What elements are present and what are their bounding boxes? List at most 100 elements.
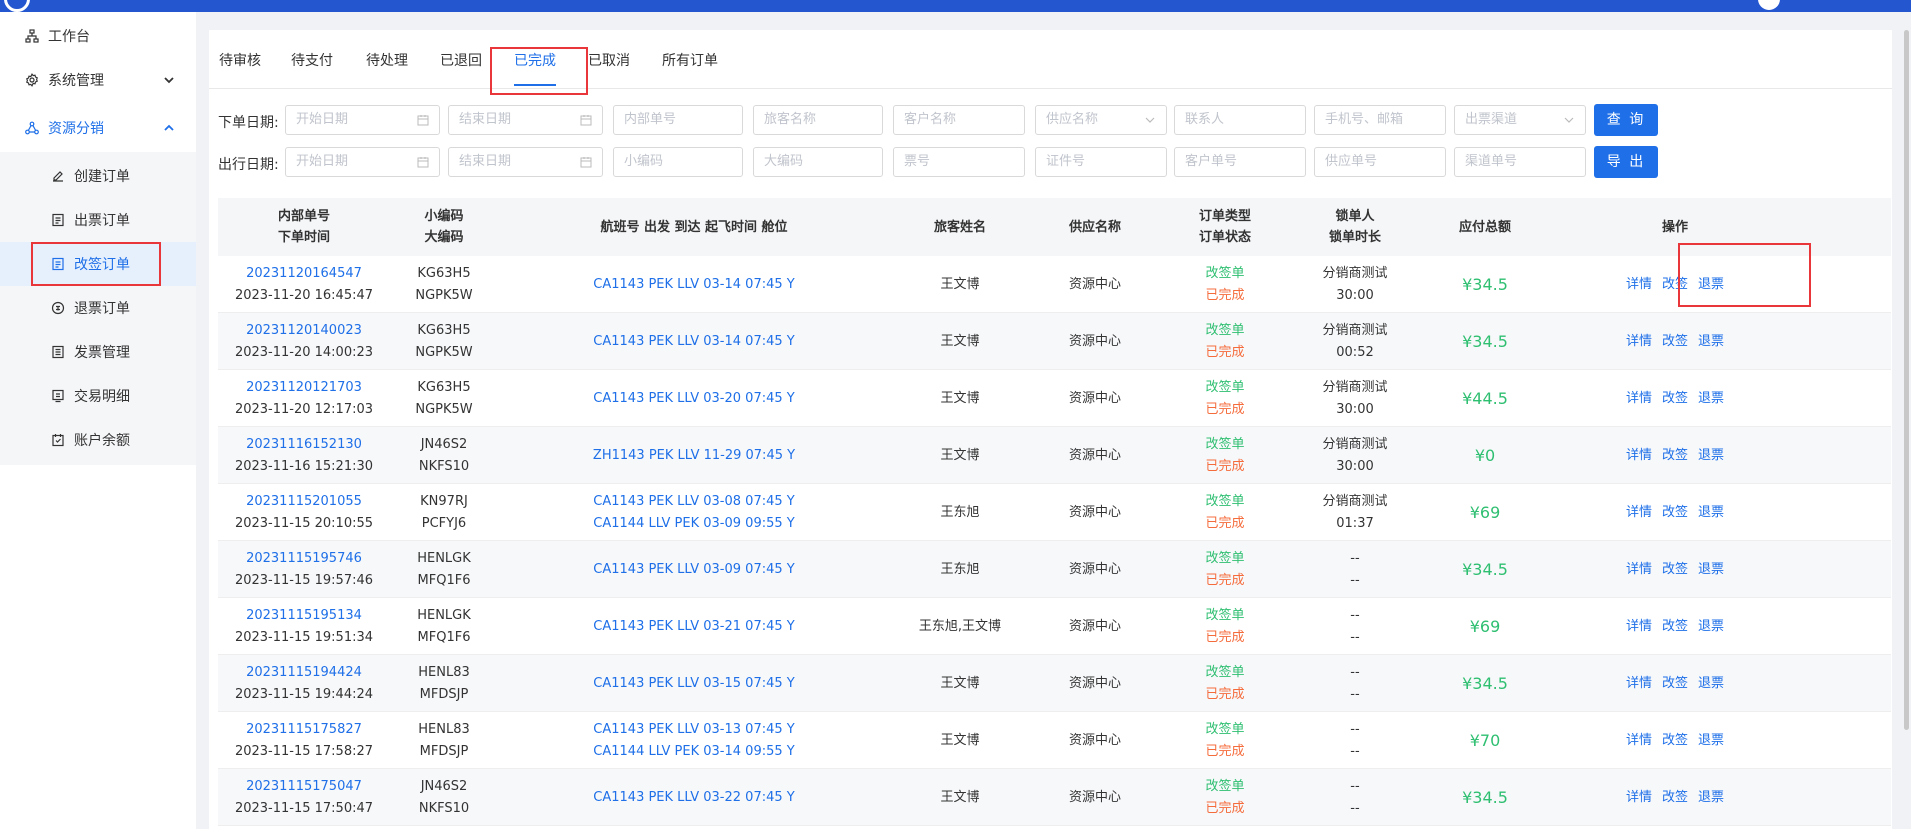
change-link[interactable]: 改签 xyxy=(1662,559,1688,581)
big-code: NKFS10 xyxy=(418,458,470,474)
flight-link[interactable]: CA1143 PEK LLV 03-14 07:45 Y xyxy=(593,274,794,296)
table-row: 20231120140023 2023-11-20 14:00:23 KG63H… xyxy=(218,313,1891,370)
flight-link[interactable]: CA1143 PEK LLV 03-08 07:45 Y xyxy=(593,491,794,513)
flight-link[interactable]: CA1143 PEK LLV 03-15 07:45 Y xyxy=(593,673,794,695)
refund-link[interactable]: 退票 xyxy=(1698,274,1724,296)
refund-link[interactable]: 退票 xyxy=(1698,388,1724,410)
passenger-name-input[interactable]: 旅客名称 xyxy=(753,105,883,135)
detail-link[interactable]: 详情 xyxy=(1626,616,1652,638)
supplier-order-no-input[interactable]: 供应单号 xyxy=(1314,147,1446,177)
amount-cell: ¥34.5 xyxy=(1462,787,1508,807)
big-code-input[interactable]: 大编码 xyxy=(753,147,883,177)
internal-order-no-input[interactable]: 内部单号 xyxy=(613,105,743,135)
refund-link[interactable]: 退票 xyxy=(1698,502,1724,524)
refund-link[interactable]: 退票 xyxy=(1698,787,1724,809)
order-id-link[interactable]: 20231115175827 xyxy=(246,719,362,741)
change-link[interactable]: 改签 xyxy=(1662,274,1688,296)
supplier-name-select[interactable]: 供应名称 xyxy=(1035,105,1167,135)
change-link[interactable]: 改签 xyxy=(1662,445,1688,467)
avatar[interactable] xyxy=(1758,0,1780,10)
tab-pending-payment[interactable]: 待支付 xyxy=(291,30,333,88)
big-code: NKFS10 xyxy=(418,800,470,816)
flight-link[interactable]: CA1143 PEK LLV 03-20 07:45 Y xyxy=(593,388,794,410)
detail-link[interactable]: 详情 xyxy=(1626,730,1652,752)
sidebar-item-workbench[interactable]: 工作台 xyxy=(0,14,196,58)
detail-link[interactable]: 详情 xyxy=(1626,787,1652,809)
sidebar-item-create-order[interactable]: 创建订单 xyxy=(0,154,196,198)
detail-link[interactable]: 详情 xyxy=(1626,559,1652,581)
search-button[interactable]: 查 询 xyxy=(1594,104,1658,136)
sidebar-item-account-balance[interactable]: 账户余额 xyxy=(0,418,196,462)
flight-link[interactable]: CA1143 PEK LLV 03-13 07:45 Y xyxy=(593,719,794,741)
actions-cell: 详情 改签 退票 xyxy=(1550,598,1800,655)
export-button[interactable]: 导 出 xyxy=(1594,146,1658,178)
id-no-input[interactable]: 证件号 xyxy=(1035,147,1167,177)
scrollbar[interactable] xyxy=(1904,30,1909,730)
change-link[interactable]: 改签 xyxy=(1662,787,1688,809)
change-link[interactable]: 改签 xyxy=(1662,616,1688,638)
detail-link[interactable]: 详情 xyxy=(1626,331,1652,353)
small-code-input[interactable]: 小编码 xyxy=(613,147,743,177)
flight-link[interactable]: CA1144 LLV PEK 03-14 09:55 Y xyxy=(593,741,794,763)
tab-all-orders[interactable]: 所有订单 xyxy=(662,30,718,88)
flight-link[interactable]: CA1143 PEK LLV 03-22 07:45 Y xyxy=(593,787,794,809)
detail-link[interactable]: 详情 xyxy=(1626,673,1652,695)
order-id-link[interactable]: 20231115195134 xyxy=(246,605,362,627)
sidebar-item-transaction-details[interactable]: 交易明细 xyxy=(0,374,196,418)
sidebar-item-resource-distribution[interactable]: 资源分销 xyxy=(0,106,196,150)
flight-link[interactable]: CA1144 LLV PEK 03-09 09:55 Y xyxy=(593,513,794,535)
change-link[interactable]: 改签 xyxy=(1662,388,1688,410)
supplier-cell: 资源中心 xyxy=(1068,675,1121,691)
tab-pending-review[interactable]: 待审核 xyxy=(219,30,261,88)
sidebar-item-system-management[interactable]: 系统管理 xyxy=(0,58,196,102)
refund-link[interactable]: 退票 xyxy=(1698,616,1724,638)
order-id-link[interactable]: 20231120121703 xyxy=(246,377,362,399)
tab-completed[interactable]: 已完成 xyxy=(514,30,556,88)
sidebar-item-change-orders[interactable]: 改签订单 xyxy=(0,242,196,286)
customer-order-no-input[interactable]: 客户单号 xyxy=(1174,147,1306,177)
refund-link[interactable]: 退票 xyxy=(1698,331,1724,353)
order-id-link[interactable]: 20231120140023 xyxy=(246,320,362,342)
travel-end-date-input[interactable]: 结束日期 xyxy=(448,147,603,177)
travel-start-date-input[interactable]: 开始日期 xyxy=(285,147,440,177)
flight-link[interactable]: CA1143 PEK LLV 03-09 07:45 Y xyxy=(593,559,794,581)
order-id-link[interactable]: 20231115195746 xyxy=(246,548,362,570)
tab-cancelled[interactable]: 已取消 xyxy=(588,30,630,88)
table-row: 20231115175047 2023-11-15 17:50:47 JN46S… xyxy=(218,769,1891,826)
customer-name-input[interactable]: 客户名称 xyxy=(893,105,1025,135)
passenger-cell: 王文博 xyxy=(940,732,980,748)
change-link[interactable]: 改签 xyxy=(1662,331,1688,353)
change-link[interactable]: 改签 xyxy=(1662,502,1688,524)
refund-link[interactable]: 退票 xyxy=(1698,730,1724,752)
order-id-link[interactable]: 20231120164547 xyxy=(246,263,362,285)
sidebar-item-invoice-management[interactable]: 发票管理 xyxy=(0,330,196,374)
refund-link[interactable]: 退票 xyxy=(1698,559,1724,581)
sidebar-item-refund-orders[interactable]: 退票订单 xyxy=(0,286,196,330)
detail-link[interactable]: 详情 xyxy=(1626,274,1652,296)
detail-link[interactable]: 详情 xyxy=(1626,388,1652,410)
ticket-channel-select[interactable]: 出票渠道 xyxy=(1454,105,1586,135)
order-id-link[interactable]: 20231115194424 xyxy=(246,662,362,684)
flight-link[interactable]: CA1143 PEK LLV 03-14 07:45 Y xyxy=(593,331,794,353)
detail-link[interactable]: 详情 xyxy=(1626,502,1652,524)
contact-input[interactable]: 联系人 xyxy=(1174,105,1306,135)
tab-pending-processing[interactable]: 待处理 xyxy=(366,30,408,88)
flight-link[interactable]: CA1143 PEK LLV 03-21 07:45 Y xyxy=(593,616,794,638)
refund-link[interactable]: 退票 xyxy=(1698,445,1724,467)
phone-email-input[interactable]: 手机号、邮箱 xyxy=(1314,105,1446,135)
order-id-link[interactable]: 20231115201055 xyxy=(246,491,362,513)
sidebar-item-label: 系统管理 xyxy=(48,73,104,89)
change-link[interactable]: 改签 xyxy=(1662,730,1688,752)
order-id-link[interactable]: 20231115175047 xyxy=(246,776,362,798)
channel-order-no-input[interactable]: 渠道单号 xyxy=(1454,147,1586,177)
detail-link[interactable]: 详情 xyxy=(1626,445,1652,467)
tab-returned[interactable]: 已退回 xyxy=(440,30,482,88)
flight-link[interactable]: ZH1143 PEK LLV 11-29 07:45 Y xyxy=(593,445,795,467)
refund-link[interactable]: 退票 xyxy=(1698,673,1724,695)
order-start-date-input[interactable]: 开始日期 xyxy=(285,105,440,135)
order-id-link[interactable]: 20231116152130 xyxy=(246,434,362,456)
ticket-no-input[interactable]: 票号 xyxy=(893,147,1025,177)
change-link[interactable]: 改签 xyxy=(1662,673,1688,695)
sidebar-item-ticket-orders[interactable]: 出票订单 xyxy=(0,198,196,242)
order-end-date-input[interactable]: 结束日期 xyxy=(448,105,603,135)
